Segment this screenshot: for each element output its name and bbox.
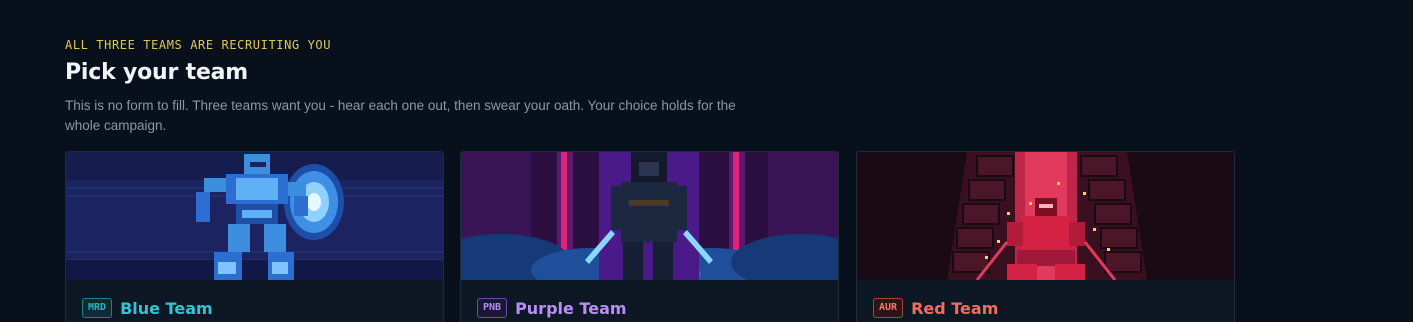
purple-team-art (461, 152, 838, 280)
team-card-purple[interactable]: PNB Purple Team (460, 151, 839, 322)
team-card-red[interactable]: AUR Red Team (856, 151, 1235, 322)
team-name: Blue Team (120, 298, 213, 318)
team-code-badge: PNB (477, 298, 508, 318)
red-team-header: AUR Red Team (873, 297, 998, 319)
team-code-badge: AUR (873, 298, 904, 318)
eyebrow-text: ALL THREE TEAMS ARE RECRUITING YOU (65, 38, 332, 52)
team-name: Red Team (911, 298, 999, 318)
page-title: Pick your team (65, 60, 249, 85)
team-selection-page: ALL THREE TEAMS ARE RECRUITING YOU Pick … (0, 0, 1413, 322)
red-team-art (857, 152, 1234, 280)
blue-team-header: MRD Blue Team (82, 297, 213, 319)
purple-team-header: PNB Purple Team (477, 297, 627, 319)
blue-team-art (66, 152, 443, 280)
team-name: Purple Team (515, 298, 627, 318)
team-code-badge: MRD (82, 298, 113, 318)
team-card-blue[interactable]: MRD Blue Team (65, 151, 444, 322)
page-description: This is no form to fill. Three teams wan… (65, 98, 736, 133)
